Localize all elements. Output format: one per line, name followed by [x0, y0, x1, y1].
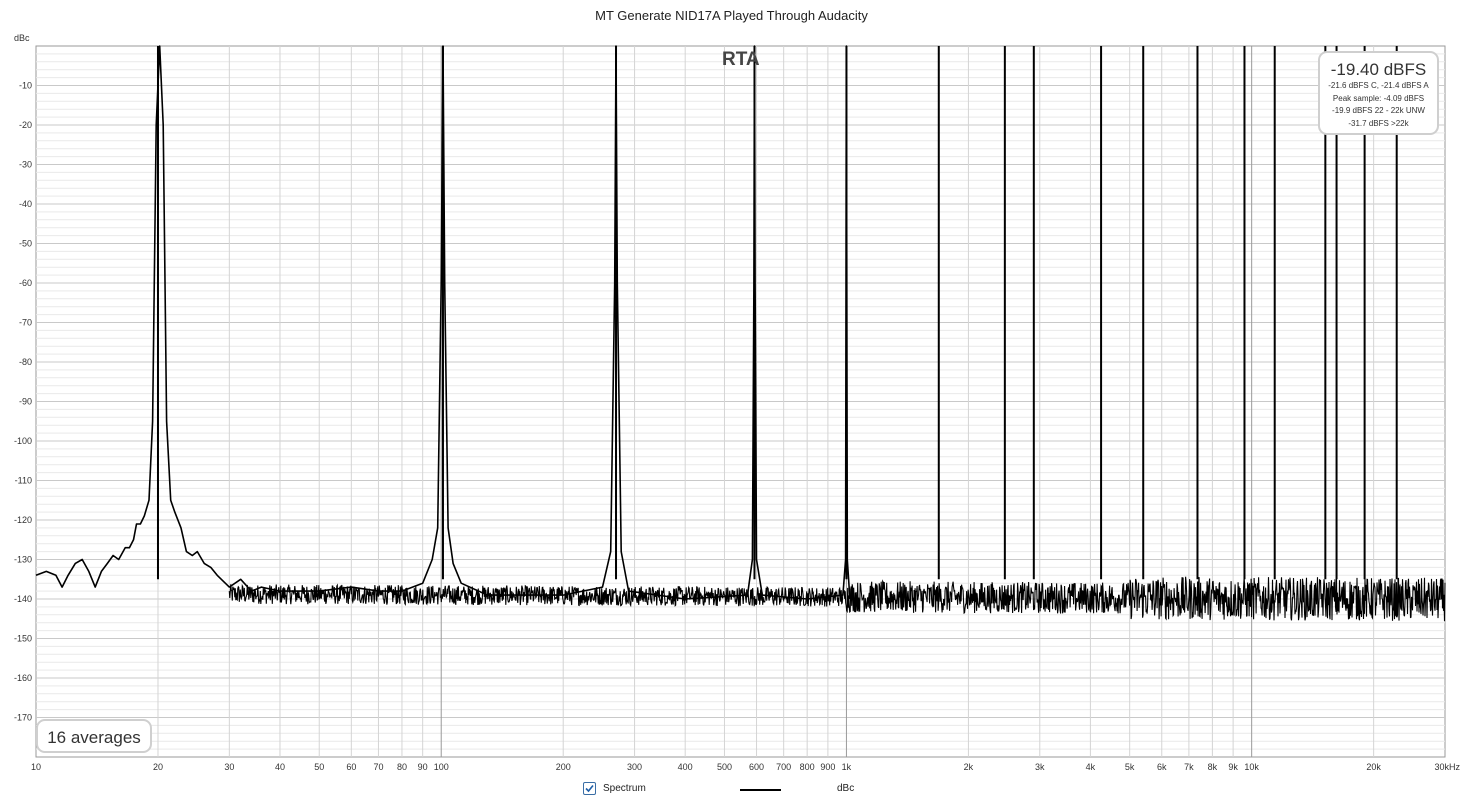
x-tick-label: 50 — [314, 762, 324, 772]
rta-chart: -10 -20 -30 -40 -50 -60 -70 -80 -90 -100 -110 -120 -… — [14, 45, 1460, 772]
y-tick-label: -60 — [19, 278, 32, 288]
level-readout-above-22k: -31.7 dBFS >22k — [1348, 118, 1409, 128]
y-tick-label: -90 — [19, 397, 32, 407]
level-readout-main: -19.40 dBFS — [1330, 60, 1427, 79]
y-tick-label: -30 — [19, 160, 32, 170]
y-tick-label: -120 — [14, 515, 32, 525]
y-tick-label: -50 — [19, 239, 32, 249]
legend-line-swatch — [740, 789, 781, 791]
x-tick-label: 10k — [1244, 762, 1259, 772]
x-tick-label: 400 — [678, 762, 693, 772]
x-tick-label: 900 — [820, 762, 835, 772]
x-tick-label: 80 — [397, 762, 407, 772]
x-tick-label: 8k — [1208, 762, 1218, 772]
x-tick-label: 600 — [749, 762, 764, 772]
x-tick-label: 4k — [1086, 762, 1096, 772]
y-tick-label: -70 — [19, 318, 32, 328]
y-tick-label: -130 — [14, 555, 32, 565]
y-tick-label: -10 — [19, 81, 32, 91]
rta-label: RTA — [722, 49, 760, 70]
x-tick-label: 30 — [224, 762, 234, 772]
chart-title: MT Generate NID17A Played Through Audaci… — [595, 8, 868, 23]
spectrum-checkbox[interactable] — [583, 782, 596, 795]
x-tick-label: 5k — [1125, 762, 1135, 772]
legend-unit-label: dBc — [837, 783, 855, 794]
x-tick-label: 6k — [1157, 762, 1167, 772]
level-readout-unweighted: -19.9 dBFS 22 - 22k UNW — [1332, 106, 1425, 115]
y-tick-label: -140 — [14, 594, 32, 604]
x-tick-label: 30kHz — [1434, 762, 1460, 772]
y-tick-label: -80 — [19, 357, 32, 367]
x-tick-label: 1k — [842, 762, 852, 772]
y-tick-label: -40 — [19, 199, 32, 209]
x-tick-label: 100 — [434, 762, 449, 772]
averages-count-box: 16 averages — [36, 719, 152, 753]
x-tick-label: 200 — [556, 762, 571, 772]
x-tick-label: 60 — [346, 762, 356, 772]
level-readout-peak: Peak sample: -4.09 dBFS — [1332, 93, 1425, 103]
y-tick-label: -110 — [15, 476, 32, 486]
x-tick-label: 90 — [418, 762, 428, 772]
x-tick-label: 500 — [717, 762, 732, 772]
y-tick-label: -20 — [19, 120, 32, 130]
chart-legend: Spectrum dBc — [0, 780, 1463, 800]
y-tick-label: -170 — [14, 713, 32, 723]
x-tick-label: 70 — [373, 762, 383, 772]
level-readout-box: -19.40 dBFS -21.6 dBFS C, -21.4 dBFS A P… — [1318, 51, 1439, 135]
x-tick-label: 2k — [964, 762, 974, 772]
x-tick-label: 7k — [1184, 762, 1194, 772]
x-tick-label: 700 — [776, 762, 791, 772]
x-tick-label: 10 — [31, 762, 41, 772]
x-tick-label: 20 — [153, 762, 163, 772]
x-tick-label: 300 — [627, 762, 642, 772]
y-tick-label: -150 — [14, 634, 32, 644]
x-tick-label: 9k — [1228, 762, 1238, 772]
y-tick-label: -160 — [14, 673, 32, 683]
x-tick-label: 3k — [1035, 762, 1045, 772]
x-tick-label: 800 — [800, 762, 815, 772]
x-tick-label: 40 — [275, 762, 285, 772]
y-tick-label: -100 — [14, 436, 32, 446]
y-axis-unit-label: dBc — [14, 33, 30, 43]
x-tick-label: 20k — [1366, 762, 1381, 772]
checkmark-icon — [585, 784, 594, 793]
legend-spectrum-label: Spectrum — [603, 783, 646, 794]
level-readout-weighted: -21.6 dBFS C, -21.4 dBFS A — [1328, 81, 1429, 90]
